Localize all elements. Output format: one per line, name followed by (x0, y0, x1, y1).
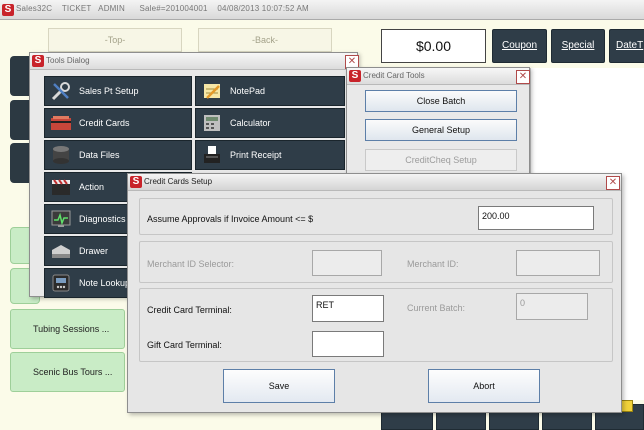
assume-approvals-label: Assume Approvals if Invoice Amount <= $ (147, 214, 314, 224)
app-logo-icon: S (2, 4, 14, 16)
credit-card-terminal-input[interactable]: RET (312, 295, 384, 322)
credit-cards-setup-titlebar: S Credit Cards Setup ✕ (128, 174, 621, 191)
merchant-id-selector-input[interactable] (312, 250, 382, 276)
data-files-button[interactable]: Data Files (44, 140, 192, 170)
back-button[interactable]: -Back- (198, 28, 332, 52)
tools-dialog-titlebar: S Tools Dialog ✕ (30, 53, 359, 70)
assume-approvals-amount-input[interactable]: 200.00 (478, 206, 594, 230)
coupon-label: Coupon (501, 40, 538, 51)
clapperboard-icon (50, 176, 72, 198)
merchant-id-selector-label: Merchant ID Selector: (147, 259, 235, 269)
note-lookup-label: Note Lookup (79, 278, 131, 288)
save-button[interactable]: Save (223, 369, 335, 403)
special-button[interactable]: Special (551, 29, 605, 63)
credit-cards-button[interactable]: Credit Cards (44, 108, 192, 138)
diagnostics-monitor-icon (50, 208, 72, 230)
phone-notes-icon (50, 272, 72, 294)
scenic-bus-tours-button[interactable]: Scenic Bus Tours ... (10, 352, 125, 392)
credit-card-tools-title: Credit Card Tools (363, 71, 425, 80)
credit-cards-icon (50, 112, 72, 134)
close-batch-button[interactable]: Close Batch (365, 90, 517, 112)
top-button[interactable]: -Top- (48, 28, 182, 52)
notepad-label: NotePad (230, 86, 266, 96)
merchant-id-label: Merchant ID: (407, 259, 459, 269)
merchant-group: Merchant ID Selector: Merchant ID: (139, 241, 613, 283)
credit-card-tools-close-icon[interactable]: ✕ (516, 70, 530, 84)
cash-drawer-icon (50, 240, 72, 262)
coupon-button[interactable]: Coupon (492, 29, 547, 63)
creditcheq-setup-button[interactable]: CreditCheq Setup (365, 149, 517, 171)
general-setup-button[interactable]: General Setup (365, 119, 517, 141)
print-receipt-button[interactable]: Print Receipt (195, 140, 345, 170)
tubing-sessions-button[interactable]: Tubing Sessions ... (10, 309, 125, 349)
credit-cards-setup-dialog: S Credit Cards Setup ✕ Assume Approvals … (127, 173, 622, 413)
credit-cards-setup-title: Credit Cards Setup (144, 177, 213, 186)
credit-card-tools-dialog: S Credit Card Tools ✕ Close Batch Genera… (346, 67, 530, 179)
datetime-label: DateT (616, 40, 644, 51)
credit-card-tools-titlebar: S Credit Card Tools ✕ (347, 68, 530, 85)
receipt-printer-icon (201, 144, 223, 166)
notepad-button[interactable]: NotePad (195, 76, 345, 106)
credit-card-terminal-label: Credit Card Terminal: (147, 305, 232, 315)
notepad-pencil-icon (201, 80, 223, 102)
print-receipt-label: Print Receipt (230, 150, 282, 160)
sale-total: $0.00 (381, 29, 486, 63)
action-label: Action (79, 182, 105, 192)
database-files-icon (50, 144, 72, 166)
current-batch-label: Current Batch: (407, 303, 466, 313)
current-batch-input[interactable]: 0 (516, 293, 588, 320)
calculator-icon (201, 112, 223, 134)
gift-card-terminal-label: Gift Card Terminal: (147, 340, 222, 350)
app-titlebar: S Sales32C TICKET ADMIN Sale#=201004001 … (0, 0, 644, 20)
abort-button[interactable]: Abort (428, 369, 540, 403)
app-title: Sales32C TICKET ADMIN Sale#=201004001 04… (16, 4, 309, 13)
calculator-button[interactable]: Calculator (195, 108, 345, 138)
terminal-group: Credit Card Terminal: RET Current Batch:… (139, 288, 613, 362)
tools-dialog-logo-icon: S (32, 55, 44, 67)
datetime-button[interactable]: DateT (609, 29, 644, 63)
data-files-label: Data Files (79, 150, 120, 160)
sales-pt-setup-label: Sales Pt Setup (79, 86, 139, 96)
credit-card-tools-logo-icon: S (349, 70, 361, 82)
assume-approvals-group: Assume Approvals if Invoice Amount <= $ … (139, 198, 613, 235)
diagnostics-label: Diagnostics (79, 214, 126, 224)
sales-pt-setup-button[interactable]: Sales Pt Setup (44, 76, 192, 106)
credit-cards-setup-close-icon[interactable]: ✕ (606, 176, 620, 190)
calculator-label: Calculator (230, 118, 271, 128)
gift-card-terminal-input[interactable] (312, 331, 384, 357)
credit-cards-setup-logo-icon: S (130, 176, 142, 188)
credit-cards-label: Credit Cards (79, 118, 130, 128)
tools-dialog-title: Tools Dialog (46, 56, 90, 65)
drawer-label: Drawer (79, 246, 109, 256)
merchant-id-input[interactable] (516, 250, 600, 276)
wrench-screwdriver-icon (50, 80, 72, 102)
special-label: Special (561, 40, 595, 51)
